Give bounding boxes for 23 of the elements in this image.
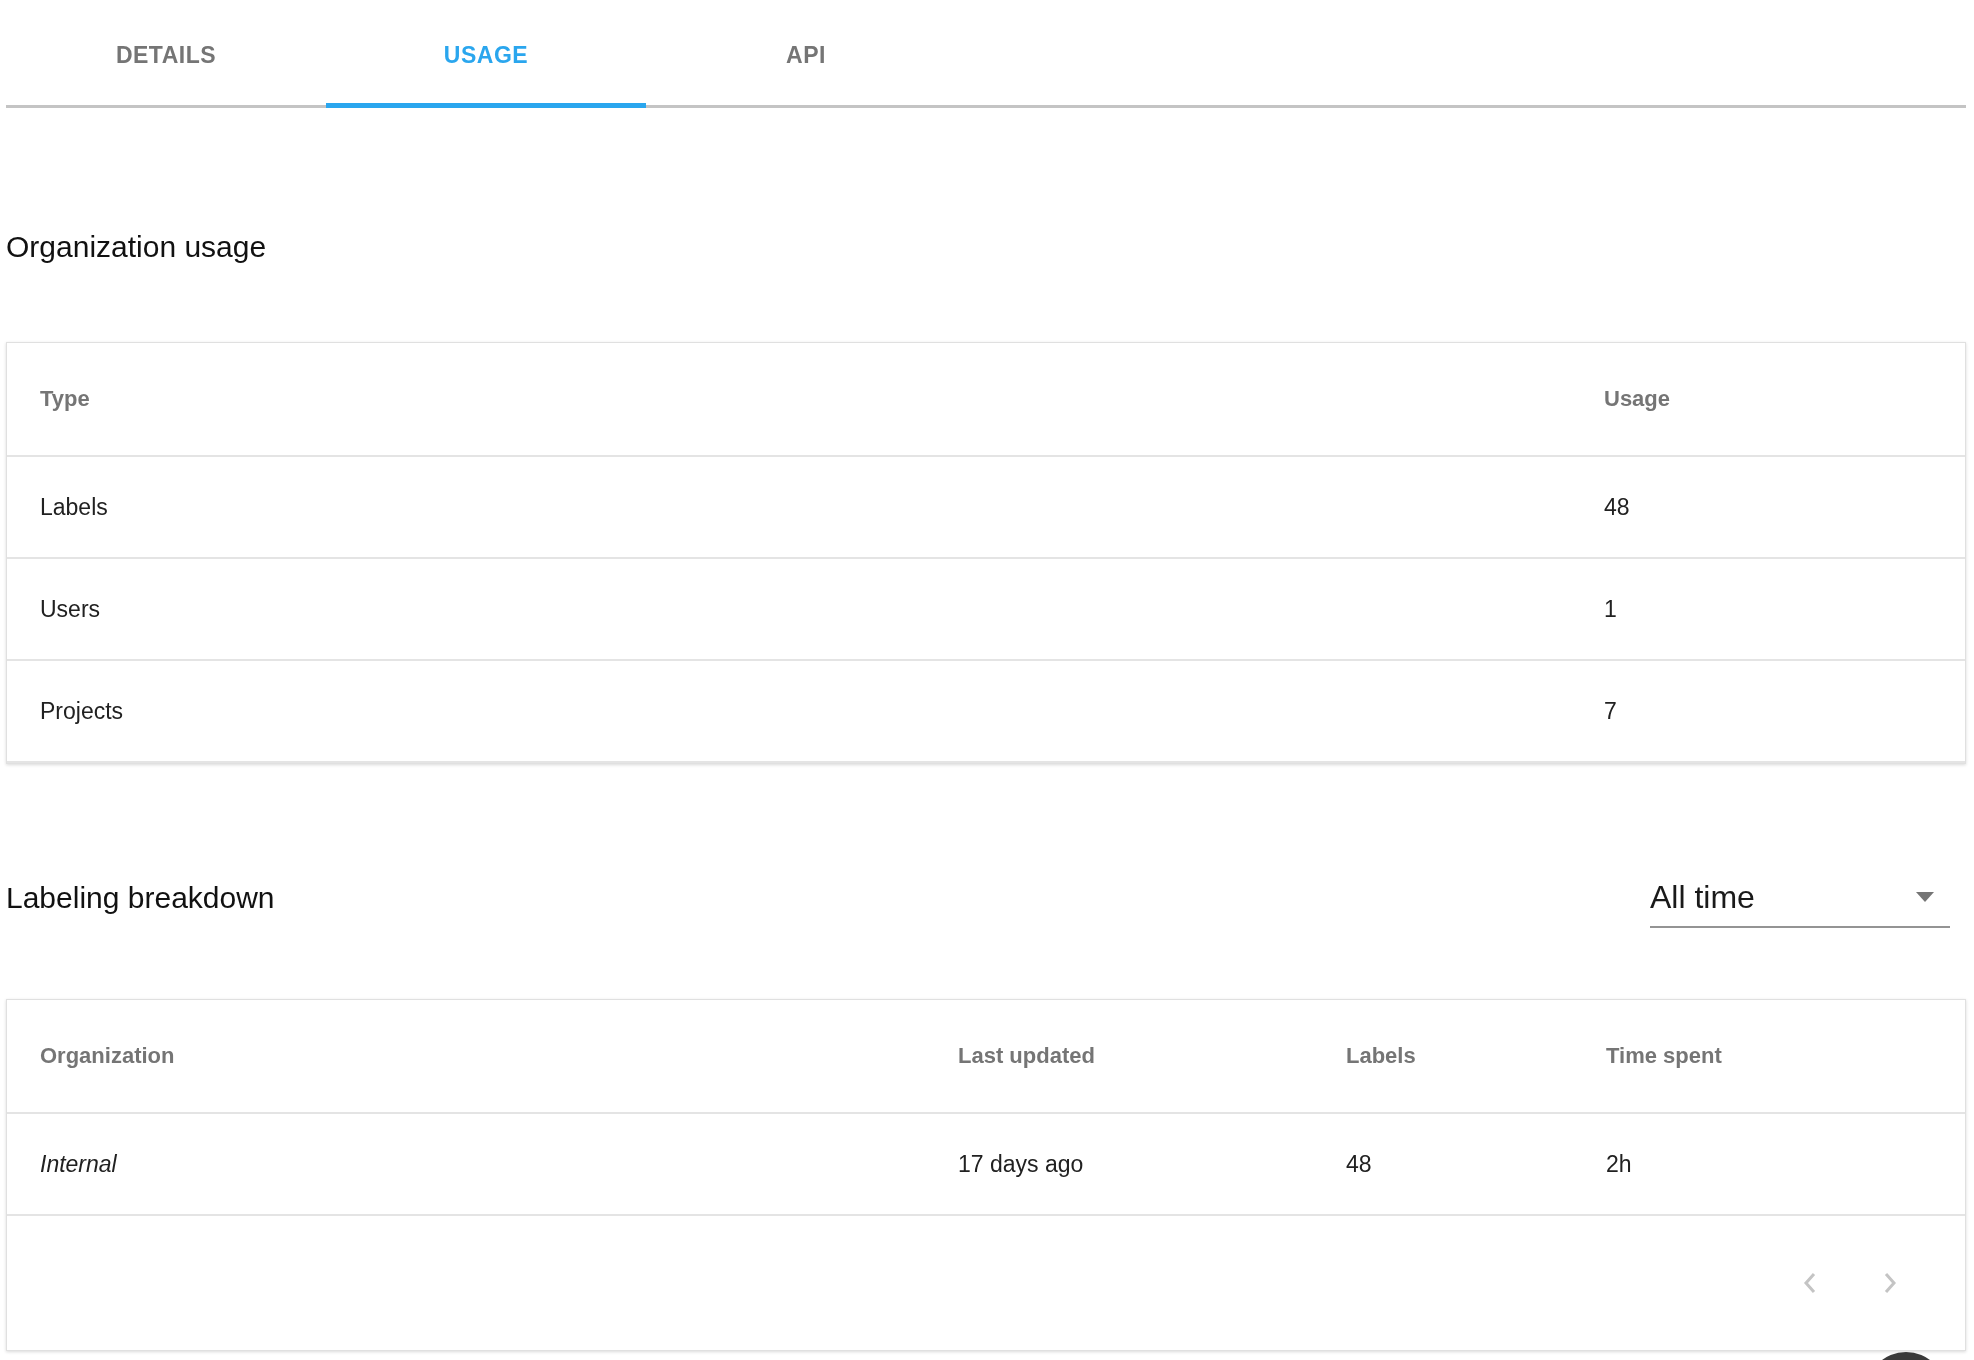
section-title: Labeling breakdown	[6, 881, 275, 915]
table-cell-text: 7	[1604, 697, 1618, 725]
column-header: Time spent	[1606, 1043, 1723, 1069]
table-cell-text: 48	[1604, 493, 1631, 521]
table-cell-text: Labels	[40, 493, 109, 521]
table-cell-text: 2h	[1606, 1150, 1633, 1178]
column-header: Last updated	[958, 1043, 1096, 1069]
table-cell-text: Internal	[40, 1150, 118, 1178]
tab[interactable]: DETAILS	[6, 0, 326, 108]
table-cell-text: Projects	[40, 697, 125, 725]
column-header: Type	[40, 386, 91, 412]
tab[interactable]: API	[646, 0, 966, 108]
column-header: Usage	[1604, 386, 1672, 412]
caret-icon	[1916, 892, 1934, 902]
tab[interactable]: USAGE	[326, 0, 646, 108]
section-title: Organization usage	[6, 230, 268, 264]
column-header: Labels	[1346, 1043, 1417, 1069]
table-cell-text: Users	[40, 595, 102, 623]
table-cell-text: 48	[1346, 1150, 1373, 1178]
column-header: Organization	[40, 1043, 176, 1069]
table-cell-text: 17 days ago	[958, 1150, 1085, 1178]
period-dropdown[interactable]: All time	[1650, 868, 1950, 928]
table-cell-text: 1	[1604, 595, 1618, 623]
